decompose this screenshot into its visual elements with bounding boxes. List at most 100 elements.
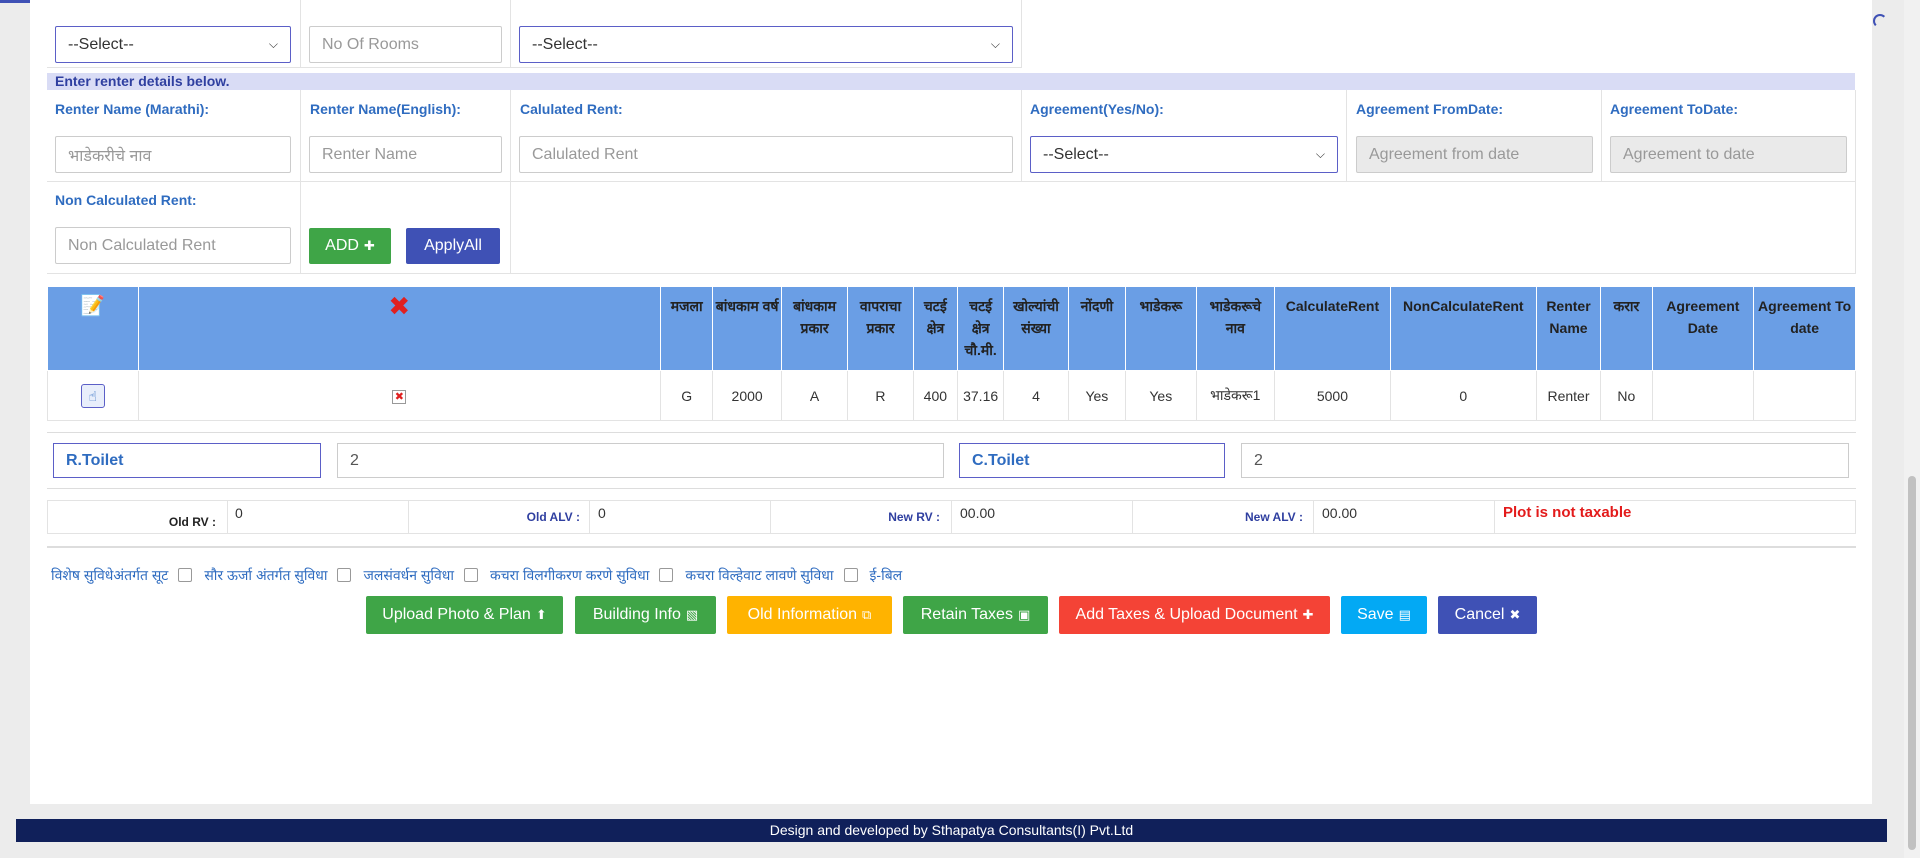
new-alv-label: New ALV :: [1244, 510, 1303, 524]
td-3: R: [847, 370, 914, 421]
rv-sep: [408, 501, 409, 533]
td-10: 5000: [1274, 370, 1391, 421]
delete-row-icon[interactable]: ✖: [392, 390, 407, 404]
label-to-date: Agreement ToDate:: [1610, 101, 1739, 117]
rv-sep: [1494, 501, 1495, 533]
checkbox-solar[interactable]: [178, 568, 193, 582]
rv-sep: [1132, 501, 1133, 533]
add-label: ADD: [325, 237, 359, 254]
money-icon: ▣: [1017, 607, 1031, 622]
usage-select-value: --Select--: [532, 35, 598, 53]
from-date-placeholder: Agreement from date: [1369, 145, 1520, 163]
td-1: 2000: [712, 370, 782, 421]
table-header-row: 📝 ✖ मजला बांधकाम वर्ष बांधकाम प्रकार वाप…: [47, 286, 1856, 371]
th-11: NonCalculateRent: [1389, 286, 1537, 371]
checkbox-segregation[interactable]: [464, 568, 478, 582]
facility-ebill-label: ई-बिल: [869, 566, 903, 583]
old-information-label: Old Information: [747, 606, 858, 623]
td-11: 0: [1389, 370, 1537, 421]
td-4: 400: [912, 370, 958, 421]
upload-icon: ⬆: [535, 607, 547, 622]
th-2: बांधकाम प्रकार: [780, 286, 849, 371]
label-non-calc-rent: Non Calculated Rent:: [55, 192, 197, 208]
facility-segregation-label: कचरा विलगीकरण करणे सुविधा: [490, 566, 650, 583]
c-toilet-input[interactable]: 2: [1241, 443, 1849, 478]
td-2: A: [780, 370, 849, 421]
agreement-to-date-input[interactable]: Agreement to date: [1610, 136, 1847, 173]
td-9: भाडेकरू1: [1195, 370, 1276, 421]
chevron-down-icon: ⌵: [268, 37, 278, 51]
old-information-button[interactable]: Old Information ⧉: [727, 596, 892, 634]
r-toilet-input[interactable]: 2: [337, 443, 944, 478]
checkbox-water[interactable]: [337, 568, 352, 582]
calc-rent-input[interactable]: Calulated Rent: [519, 136, 1013, 173]
row-delete-cell: ✖: [137, 370, 662, 421]
tax-status: Plot is not taxable: [1503, 504, 1632, 521]
rv-sep: [770, 501, 771, 533]
rv-sep: [589, 501, 590, 533]
checkbox-ebill[interactable]: [843, 568, 858, 582]
add-renter-button[interactable]: ADD ✚: [309, 228, 391, 264]
delete-icon: ✖: [388, 291, 411, 321]
th-3: वापराचा प्रकार: [847, 286, 914, 371]
new-rv-label: New RV :: [888, 510, 940, 524]
th-10: CalculateRent: [1274, 286, 1391, 371]
new-alv-value: 00.00: [1322, 505, 1358, 521]
plus-icon: ✚: [363, 238, 375, 253]
retain-taxes-button[interactable]: Retain Taxes ▣: [903, 596, 1048, 634]
agreement-from-date-input[interactable]: Agreement from date: [1356, 136, 1593, 173]
non-calc-rent-input[interactable]: Non Calculated Rent: [55, 227, 291, 264]
select-row-icon[interactable]: ☝: [80, 383, 105, 408]
to-date-placeholder: Agreement to date: [1623, 145, 1755, 163]
td-7: Yes: [1067, 370, 1127, 421]
calc-rent-placeholder: Calulated Rent: [532, 145, 638, 163]
td-6: 4: [1003, 370, 1069, 421]
renter-english-input[interactable]: Renter Name: [309, 136, 502, 173]
old-alv-label: Old ALV :: [526, 510, 580, 524]
add-taxes-button[interactable]: Add Taxes & Upload Document ✚: [1059, 596, 1330, 634]
agreement-select-value: --Select--: [1043, 145, 1109, 163]
copy-icon: ⧉: [862, 607, 872, 622]
old-alv-value: 0: [598, 505, 606, 521]
facilities-title: विशेष सुविधेअंतर्गत सूट: [51, 566, 169, 583]
renter-english-placeholder: Renter Name: [322, 145, 418, 163]
label-renter-english: Renter Name(English):: [310, 101, 461, 117]
apply-all-button[interactable]: ApplyAll: [406, 228, 500, 264]
building-info-button[interactable]: Building Info ▧: [575, 596, 716, 634]
th-13: करार: [1600, 286, 1653, 371]
rooms-input[interactable]: No Of Rooms: [309, 26, 502, 63]
checkbox-disposal[interactable]: [659, 568, 674, 582]
th-1: बांधकाम वर्ष: [712, 286, 782, 371]
cancel-button[interactable]: Cancel ✖: [1438, 596, 1537, 634]
usage-select[interactable]: --Select-- ⌵: [519, 26, 1013, 63]
scrollbar-thumb[interactable]: [1908, 476, 1916, 850]
table-row: ☝ ✖ G 2000 A R 400 37.16 4 Yes Yes भाडेक…: [47, 370, 1856, 421]
th-0: मजला: [660, 286, 714, 371]
label-renter-marathi: Renter Name (Marathi):: [55, 101, 210, 117]
row-edit-cell: ☝: [47, 370, 139, 421]
agreement-select[interactable]: --Select-- ⌵: [1030, 136, 1338, 173]
th-12: Renter Name: [1535, 286, 1602, 371]
rv-sep: [951, 501, 952, 533]
footer: Design and developed by Sthapatya Consul…: [16, 819, 1887, 842]
rooms-placeholder: No Of Rooms: [322, 35, 419, 53]
new-rv-value: 00.00: [960, 505, 996, 521]
facility-disposal-label: कचरा विल्हेवाट लावणे सुविधा: [685, 566, 834, 583]
td-12: Renter: [1535, 370, 1602, 421]
td-15: [1753, 370, 1856, 421]
renter-table: 📝 ✖ मजला बांधकाम वर्ष बांधकाम प्रकार वाप…: [47, 286, 1856, 421]
td-13: No: [1600, 370, 1653, 421]
th-6: खोल्यांची संख्या: [1003, 286, 1069, 371]
save-button[interactable]: Save ▤: [1341, 596, 1427, 634]
c-toilet-label: C.Toilet: [959, 443, 1225, 478]
facility-solar-label: सौर ऊर्जा अंतर्गत सुविधा: [204, 566, 328, 583]
plus-icon: ✚: [1302, 607, 1314, 622]
upload-photo-button[interactable]: Upload Photo & Plan ⬆: [366, 596, 563, 634]
renter-marathi-input[interactable]: भाडेकरीचे नाव: [55, 136, 291, 173]
floor-select[interactable]: --Select-- ⌵: [55, 26, 291, 63]
loading-spinner-icon: [1873, 14, 1887, 28]
divider: [47, 546, 1856, 548]
rv-sep: [1313, 501, 1314, 533]
th-8: भाडेकरू: [1125, 286, 1197, 371]
retain-taxes-label: Retain Taxes: [920, 606, 1013, 623]
